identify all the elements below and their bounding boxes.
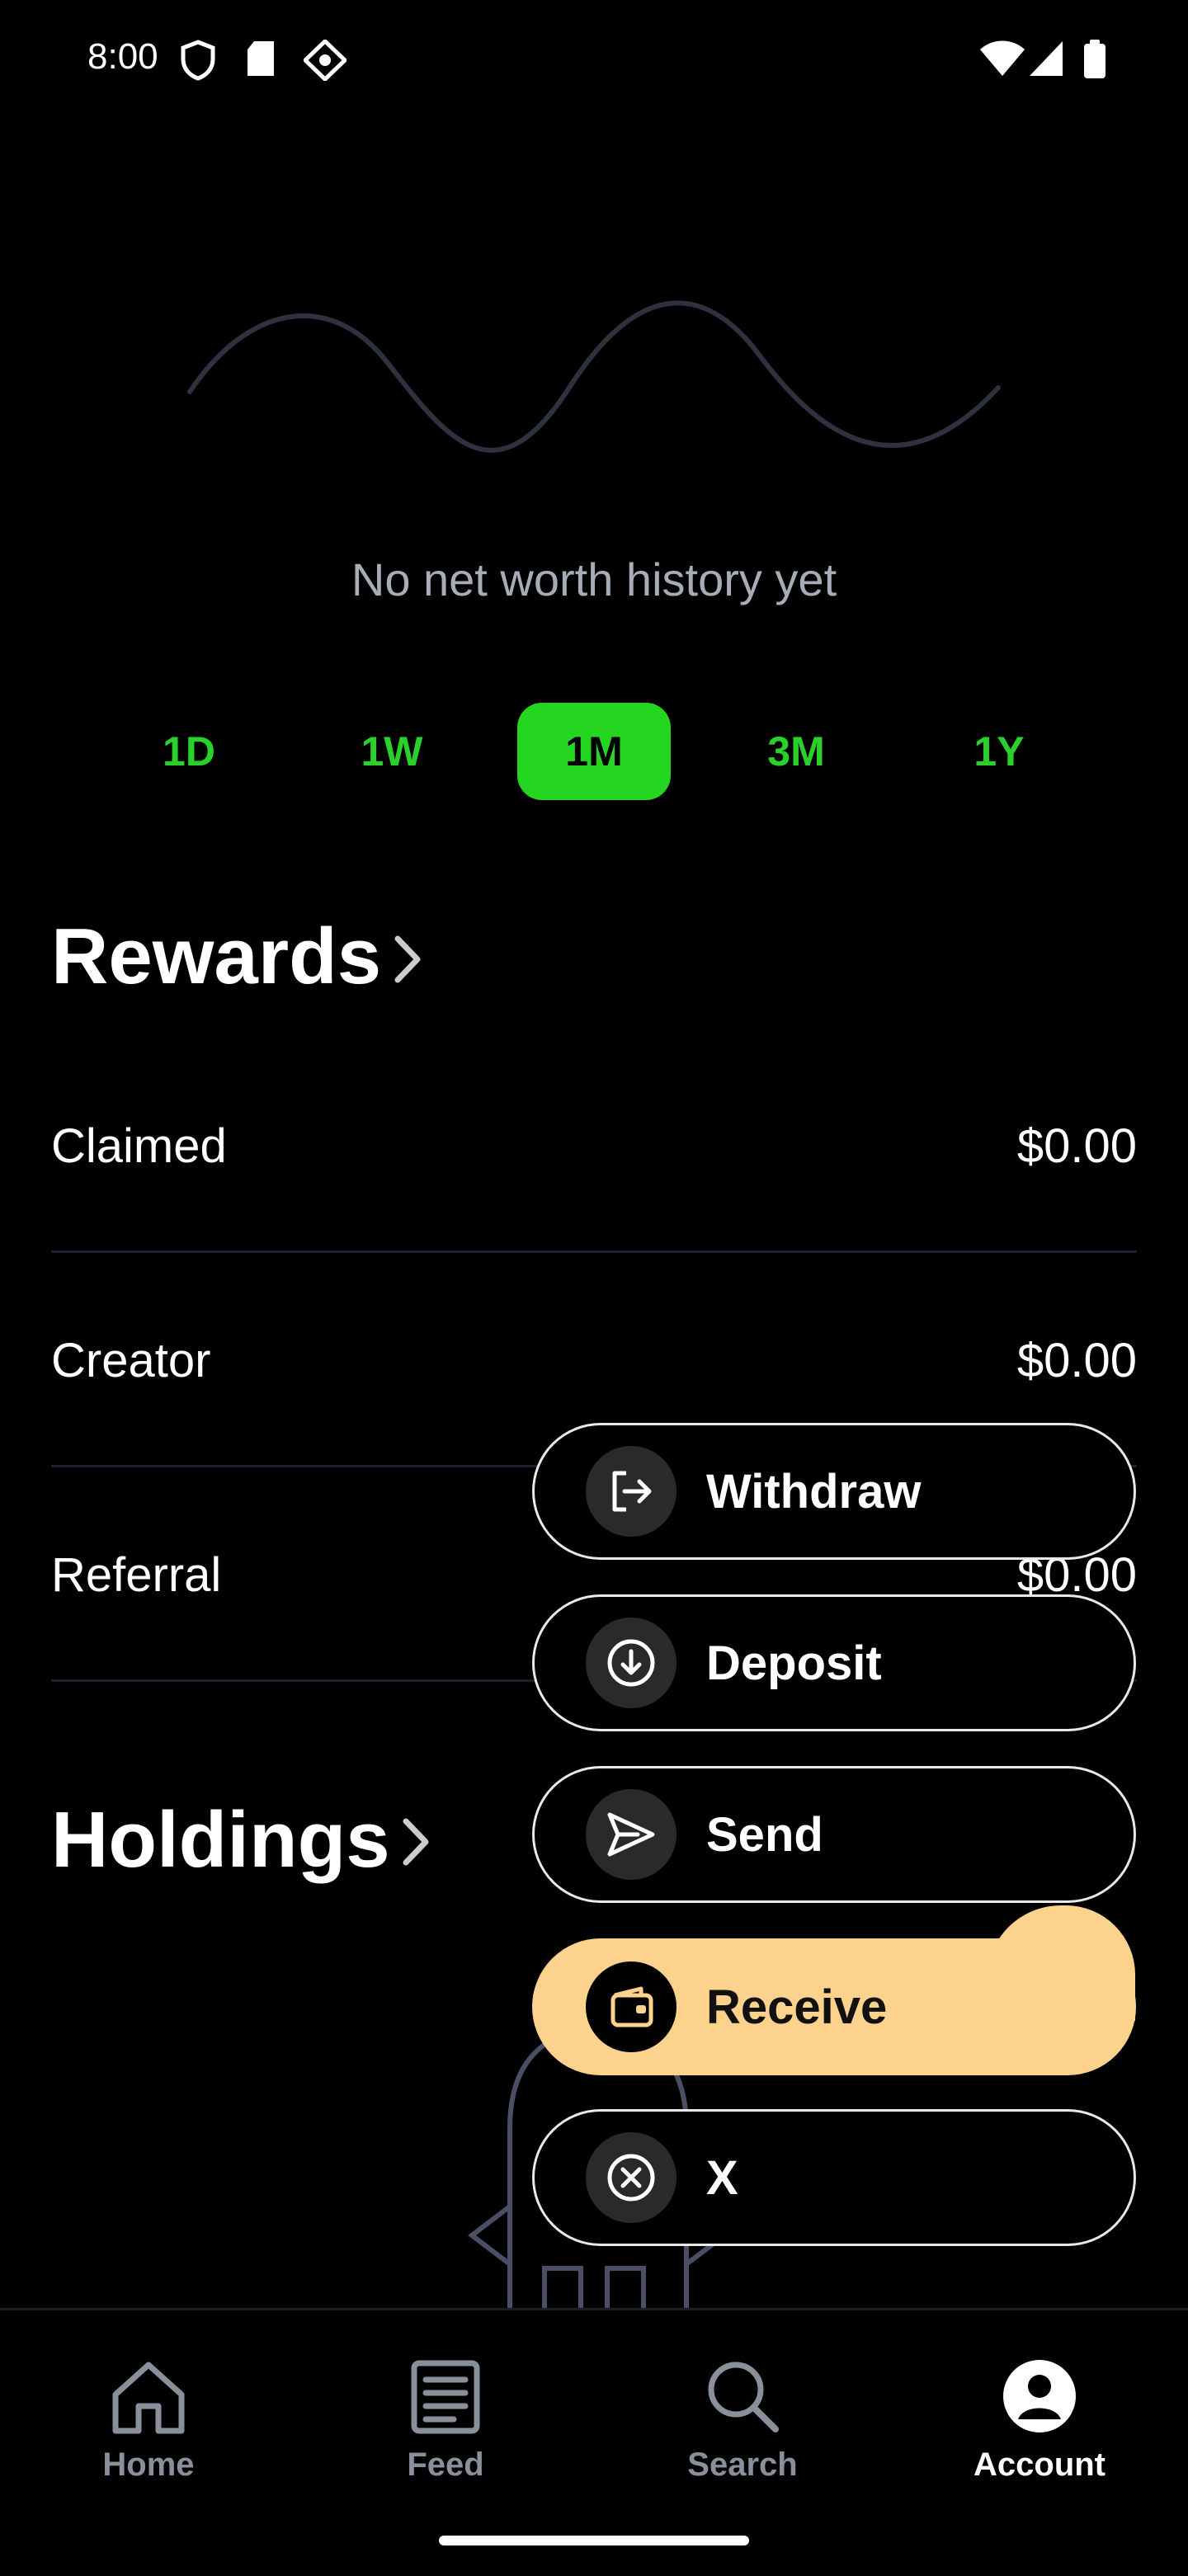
deposit-label: Deposit [706, 1636, 882, 1690]
range-1m[interactable]: 1M [517, 703, 671, 800]
receive-label: Receive [706, 1980, 888, 2034]
close-circle-icon [586, 2132, 676, 2223]
deposit-button[interactable]: Deposit [532, 1594, 1136, 1731]
battery-icon [1084, 40, 1106, 78]
rewards-creator-value: $0.00 [1016, 1334, 1137, 1387]
receive-button[interactable]: Receive [532, 1938, 1136, 2075]
status-time: 8:00 [87, 36, 158, 77]
account-icon [1003, 2360, 1076, 2432]
withdraw-label: Withdraw [706, 1464, 922, 1519]
holdings-title[interactable]: Holdings [51, 1795, 390, 1886]
withdraw-button[interactable]: Withdraw [532, 1423, 1136, 1560]
nav-feed-label: Feed [407, 2446, 484, 2483]
nav-account-label: Account [974, 2446, 1106, 2483]
arrow-down-circle-icon [586, 1618, 676, 1708]
send-button[interactable]: Send [532, 1766, 1136, 1903]
app-notification-icon [304, 40, 346, 81]
nav-account[interactable]: Account [891, 2357, 1188, 2484]
wallet-icon [586, 1961, 676, 2052]
empty-history-message: No net worth history yet [351, 553, 837, 605]
rewards-referral-label: Referral [51, 1548, 222, 1602]
search-icon [708, 2362, 779, 2432]
rewards-title[interactable]: Rewards [51, 911, 381, 1002]
nav-home-label: Home [102, 2446, 195, 2483]
nav-feed[interactable]: Feed [297, 2357, 594, 2484]
newspaper-icon [411, 2360, 480, 2434]
cellular-signal-icon [1030, 41, 1063, 76]
wifi-icon [980, 40, 1025, 76]
range-1y[interactable]: 1Y [922, 703, 1076, 800]
home-indicator [439, 2536, 749, 2545]
net-worth-chart-placeholder [187, 300, 1001, 453]
send-icon [586, 1789, 676, 1880]
rewards-claimed-value: $0.00 [1016, 1119, 1137, 1173]
sd-card-icon [248, 41, 274, 76]
range-1w[interactable]: 1W [315, 703, 469, 800]
range-1d[interactable]: 1D [112, 703, 266, 800]
divider [51, 1250, 1137, 1253]
close-label: X [706, 2150, 738, 2205]
nav-home[interactable]: Home [0, 2357, 297, 2484]
logout-icon [586, 1446, 676, 1537]
home-icon [112, 2362, 185, 2434]
nav-search-label: Search [687, 2446, 798, 2483]
chevron-right-icon[interactable] [399, 1816, 432, 1867]
range-3m[interactable]: 3M [719, 703, 873, 800]
nav-search[interactable]: Search [594, 2357, 891, 2484]
send-label: Send [706, 1807, 823, 1862]
rewards-creator-label: Creator [51, 1334, 211, 1387]
rewards-claimed-label: Claimed [51, 1119, 227, 1173]
chevron-right-icon[interactable] [391, 934, 424, 985]
close-menu-button[interactable]: X [532, 2109, 1136, 2246]
shield-icon [181, 40, 215, 81]
